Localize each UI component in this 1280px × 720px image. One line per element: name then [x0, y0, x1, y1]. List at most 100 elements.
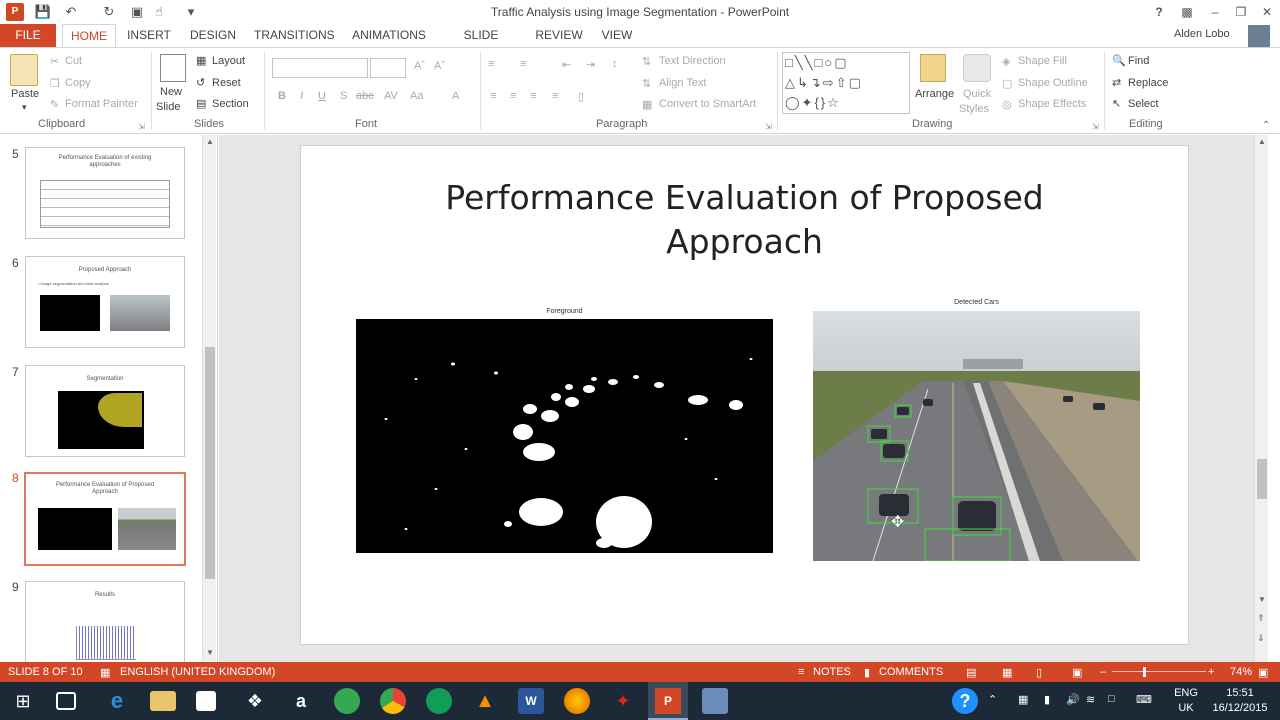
chrome-icon[interactable]	[380, 688, 406, 714]
proofing-icon[interactable]: ▦	[100, 666, 110, 679]
align-left-icon[interactable]: ≡	[490, 90, 496, 102]
restore-button[interactable]: ❐	[1230, 2, 1252, 22]
slide-thumbnail-6[interactable]: Proposed Approach • Image segmentation a…	[25, 256, 185, 348]
arrange-icon[interactable]	[920, 54, 946, 82]
current-slide[interactable]: Performance Evaluation of Proposed Appro…	[300, 145, 1189, 645]
zoom-in-button[interactable]: +	[1208, 666, 1214, 678]
zoom-out-button[interactable]: –	[1100, 666, 1106, 678]
paste-icon[interactable]	[10, 54, 38, 86]
clipboard-launcher-icon[interactable]: ⇲	[138, 122, 145, 131]
change-case-button[interactable]: Aa	[410, 90, 423, 102]
font-family-combo[interactable]	[272, 58, 368, 78]
slide-thumbnail-5[interactable]: Performance Evaluation of existing appro…	[25, 147, 185, 239]
firefox-icon[interactable]	[564, 688, 590, 714]
input-language[interactable]: ENG	[1172, 687, 1200, 699]
slide-thumbnail-7[interactable]: Segmentation	[25, 365, 185, 457]
decrease-indent-icon[interactable]: ⇤	[562, 58, 571, 71]
user-avatar[interactable]	[1248, 25, 1270, 47]
file-explorer-icon[interactable]	[150, 691, 176, 711]
matlab-icon[interactable]: ▲	[472, 688, 498, 714]
scroll-down-icon[interactable]: ▼	[206, 648, 214, 657]
slide-thumbnail-8[interactable]: Performance Evaluation of Proposed Appro…	[24, 472, 186, 566]
help-support-icon[interactable]: ?	[952, 688, 978, 714]
foreground-mask-image[interactable]	[356, 319, 773, 553]
clock-time[interactable]: 15:51	[1208, 687, 1272, 699]
tab-review[interactable]: REVIEW	[534, 24, 584, 48]
scroll-up-icon[interactable]: ▲	[206, 137, 214, 146]
tab-file[interactable]: FILE	[0, 24, 56, 48]
powerpoint-taskbar-button[interactable]: P	[648, 682, 688, 720]
align-center-icon[interactable]: ≡	[510, 90, 516, 102]
shapes-gallery[interactable]: □╲╲□○▢ △↳↴⇨⇧▢ ◯✦{}☆	[782, 52, 910, 114]
tab-transitions[interactable]: TRANSITIONS	[254, 24, 335, 48]
windows-start-icon[interactable]: ⊞	[10, 688, 36, 714]
format-painter-button[interactable]: Format Painter	[65, 98, 138, 110]
shape-outline-button[interactable]: Shape Outline	[1018, 77, 1088, 89]
shadow-button[interactable]: S	[340, 90, 347, 102]
acrobat-icon[interactable]: ✦	[610, 688, 636, 714]
italic-button[interactable]: I	[300, 90, 303, 102]
strikethrough-button[interactable]: abc	[356, 90, 374, 102]
select-button[interactable]: Select	[1128, 98, 1159, 110]
slide-sorter-icon[interactable]: ▦	[1002, 666, 1012, 679]
reading-view-icon[interactable]: ▯	[1036, 666, 1042, 679]
quick-styles-icon[interactable]	[963, 54, 991, 82]
font-color-button[interactable]: A	[452, 90, 459, 102]
collapse-ribbon-icon[interactable]: ⌃	[1262, 120, 1270, 131]
slide-scroll-thumb[interactable]	[1257, 459, 1267, 499]
cut-button[interactable]: Cut	[65, 55, 82, 67]
bold-button[interactable]: B	[278, 90, 286, 102]
task-view-icon[interactable]	[56, 692, 76, 710]
close-button[interactable]: ✕	[1256, 2, 1278, 22]
slideshow-view-icon[interactable]: ▣	[1072, 666, 1082, 679]
columns-icon[interactable]: ▯	[578, 90, 584, 103]
paste-button[interactable]: Paste	[11, 88, 39, 100]
network-drive-icon[interactable]: ▦	[1018, 693, 1028, 706]
arrange-button[interactable]: Arrange	[915, 88, 954, 100]
tripadvisor-icon[interactable]	[334, 688, 360, 714]
quick-styles-button-line2[interactable]: Styles	[959, 103, 989, 115]
align-right-icon[interactable]: ≡	[530, 90, 536, 102]
detected-cars-image[interactable]	[813, 311, 1140, 561]
new-slide-button-line2[interactable]: Slide	[156, 101, 180, 113]
app-icon[interactable]	[702, 688, 728, 714]
slide-scrollbar[interactable]: ▲ ▼ ⇑ ⇓	[1254, 135, 1268, 662]
dropbox-icon[interactable]: ❖	[242, 688, 268, 714]
previous-slide-icon[interactable]: ⇑	[1257, 613, 1265, 624]
zoom-level[interactable]: 74%	[1230, 666, 1252, 678]
word-icon[interactable]: W	[518, 688, 544, 714]
line-spacing-icon[interactable]: ↕	[612, 58, 618, 70]
slide-title[interactable]: Performance Evaluation of Proposed Appro…	[301, 176, 1188, 264]
help-button[interactable]: ?	[1148, 2, 1170, 22]
align-text-button[interactable]: Align Text	[659, 77, 707, 89]
slide-thumbnail-9[interactable]: Results	[25, 581, 185, 663]
edge-icon[interactable]: e	[104, 688, 130, 714]
decrease-font-icon[interactable]: Aˇ	[434, 60, 445, 72]
shape-effects-button[interactable]: Shape Effects	[1018, 98, 1086, 110]
font-size-combo[interactable]	[370, 58, 406, 78]
character-spacing-button[interactable]: AV	[384, 90, 398, 102]
hangouts-icon[interactable]	[426, 688, 452, 714]
scroll-up-icon[interactable]: ▲	[1258, 137, 1266, 146]
zoom-slider-track[interactable]	[1112, 671, 1206, 672]
ribbon-display-options-icon[interactable]: ▩	[1176, 2, 1198, 22]
amazon-icon[interactable]: a	[288, 688, 314, 714]
increase-font-icon[interactable]: Aˆ	[414, 60, 425, 72]
paragraph-launcher-icon[interactable]: ⇲	[765, 122, 772, 131]
quick-styles-button[interactable]: Quick	[963, 88, 991, 100]
clock-date[interactable]: 16/12/2015	[1208, 702, 1272, 714]
user-name[interactable]: Alden Lobo	[1174, 28, 1230, 40]
tab-design[interactable]: DESIGN	[186, 24, 240, 48]
next-slide-icon[interactable]: ⇓	[1257, 633, 1265, 644]
normal-view-icon[interactable]: ▤	[966, 666, 976, 679]
tab-view[interactable]: VIEW	[598, 24, 636, 48]
paste-dropdown-icon[interactable]: ▾	[22, 102, 27, 113]
increase-indent-icon[interactable]: ⇥	[586, 58, 595, 71]
bullets-icon[interactable]: ≡	[488, 58, 494, 70]
underline-button[interactable]: U	[318, 90, 326, 102]
keyboard-icon[interactable]: ⌨	[1136, 693, 1152, 706]
zoom-slider-thumb[interactable]	[1143, 667, 1146, 677]
new-slide-button[interactable]: New	[160, 86, 182, 98]
comments-button[interactable]: COMMENTS	[879, 666, 943, 678]
volume-icon[interactable]: 🔊	[1066, 693, 1080, 706]
